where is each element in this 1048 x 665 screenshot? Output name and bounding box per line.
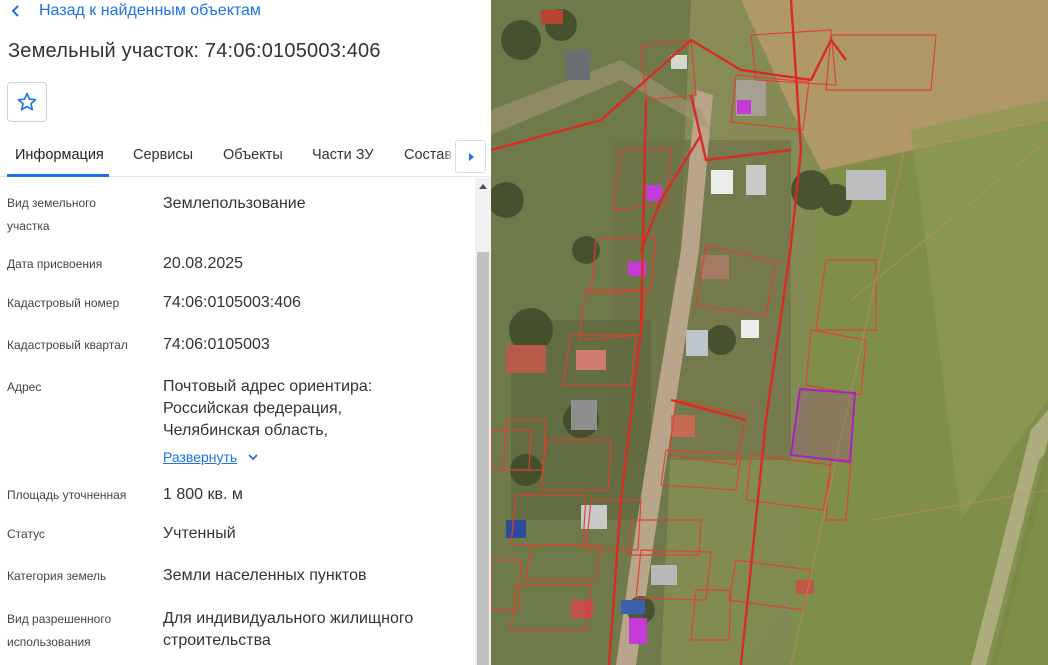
expand-address-link[interactable]: Развернуть: [163, 447, 259, 467]
star-outline-icon: [17, 92, 37, 111]
detail-label: Вид разрешенного использования: [7, 612, 112, 649]
tab-objects[interactable]: Объекты: [223, 136, 283, 177]
detail-label: Статус: [7, 527, 45, 541]
info-panel: Назад к найденным объектам Земельный уча…: [0, 0, 491, 665]
detail-label: Кадастровый квартал: [7, 338, 128, 352]
tab-parts[interactable]: Части ЗУ: [312, 136, 374, 177]
tab-services[interactable]: Сервисы: [133, 136, 193, 177]
page-title: Земельный участок: 74:06:0105003:406: [8, 40, 381, 62]
detail-label: Категория земель: [7, 569, 107, 583]
tab-bar: Информация Сервисы Объекты Части ЗУ Сост…: [0, 136, 491, 177]
detail-value: 74:06:0105003:406: [163, 294, 301, 311]
detail-value: Для индивидуального жилищного строительс…: [163, 610, 414, 649]
cadastral-map[interactable]: [491, 0, 1048, 665]
detail-label: Адрес: [7, 380, 42, 394]
details-list: Вид земельного участка Землепользование …: [0, 178, 475, 665]
tab-information[interactable]: Информация: [7, 136, 109, 177]
triangle-right-icon: [468, 152, 474, 161]
detail-label: Кадастровый номер: [7, 296, 120, 310]
detail-value: 20.08.2025: [163, 255, 244, 272]
tab-composition[interactable]: Состав: [404, 136, 452, 177]
chevron-left-icon: [10, 0, 32, 22]
detail-value: Земли населенных пунктов: [163, 567, 367, 584]
chevron-down-icon: [248, 454, 258, 461]
detail-value: Почтовый адрес ориентира: Российская фед…: [163, 378, 373, 467]
detail-label: Площадь уточненная: [7, 488, 127, 502]
detail-label: Дата присвоения: [7, 257, 103, 271]
detail-value: Учтенный: [163, 525, 236, 542]
favorite-button[interactable]: [7, 82, 47, 122]
detail-value: 1 800 кв. м: [163, 486, 243, 503]
detail-value: 74:06:0105003: [163, 336, 270, 353]
scroll-up-arrow-icon[interactable]: [475, 178, 491, 194]
tabs-scroll-right-button[interactable]: [455, 140, 486, 173]
detail-value: Землепользование: [163, 195, 306, 212]
details-scrollbar[interactable]: [475, 178, 491, 665]
back-to-results-link[interactable]: Назад к найденным объектам: [10, 0, 261, 22]
scrollbar-thumb[interactable]: [477, 252, 489, 665]
back-link-label: Назад к найденным объектам: [39, 2, 261, 19]
detail-label: Вид земельного участка: [7, 196, 96, 233]
